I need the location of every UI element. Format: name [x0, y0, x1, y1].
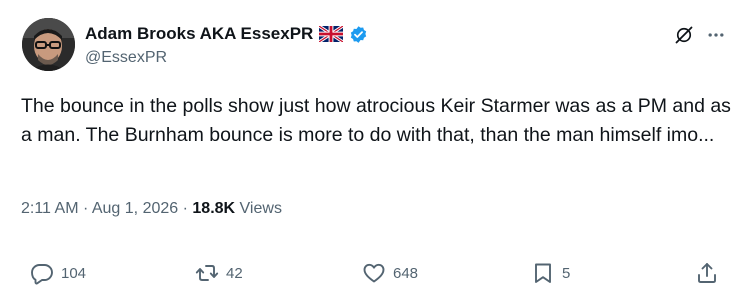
tweet-date[interactable]: Aug 1, 2026: [92, 200, 178, 217]
repost-button[interactable]: 42: [195, 258, 243, 288]
grok-icon[interactable]: [674, 25, 694, 45]
retweet-icon: [195, 261, 219, 285]
author-handle[interactable]: @EssexPR: [85, 49, 167, 67]
tweet-card: Adam Brooks AKA EssexPR @EssexPR The bou…: [0, 0, 750, 303]
heart-icon: [362, 261, 386, 285]
tweet-time[interactable]: 2:11 AM: [21, 200, 79, 217]
meta-separator: ·: [82, 200, 89, 217]
views-label: Views: [239, 200, 282, 217]
uk-flag-icon: [318, 24, 345, 44]
views-count: 18.8K: [192, 200, 236, 217]
author-display-name[interactable]: Adam Brooks AKA EssexPR: [85, 24, 313, 44]
author-name-row: Adam Brooks AKA EssexPR: [85, 22, 368, 46]
more-icon[interactable]: [706, 25, 726, 45]
action-bar: 104 42 648 5: [0, 258, 750, 288]
bookmark-count: 5: [562, 264, 571, 282]
like-count: 648: [393, 264, 419, 282]
meta-separator: ·: [182, 200, 188, 217]
reply-button[interactable]: 104: [30, 258, 86, 288]
share-button[interactable]: [695, 258, 719, 288]
avatar[interactable]: [22, 18, 75, 71]
reply-icon: [30, 261, 54, 285]
bookmark-button[interactable]: 5: [531, 258, 570, 288]
repost-count: 42: [226, 264, 243, 282]
verified-badge-icon[interactable]: [349, 25, 368, 44]
tweet-text: The bounce in the polls show just how at…: [21, 95, 737, 146]
tweet-meta: 2:11 AM · Aug 1, 2026 · 18.8K Views: [21, 200, 282, 218]
like-button[interactable]: 648: [362, 258, 418, 288]
share-icon: [695, 261, 719, 285]
reply-count: 104: [61, 264, 87, 282]
bookmark-icon: [531, 261, 555, 285]
